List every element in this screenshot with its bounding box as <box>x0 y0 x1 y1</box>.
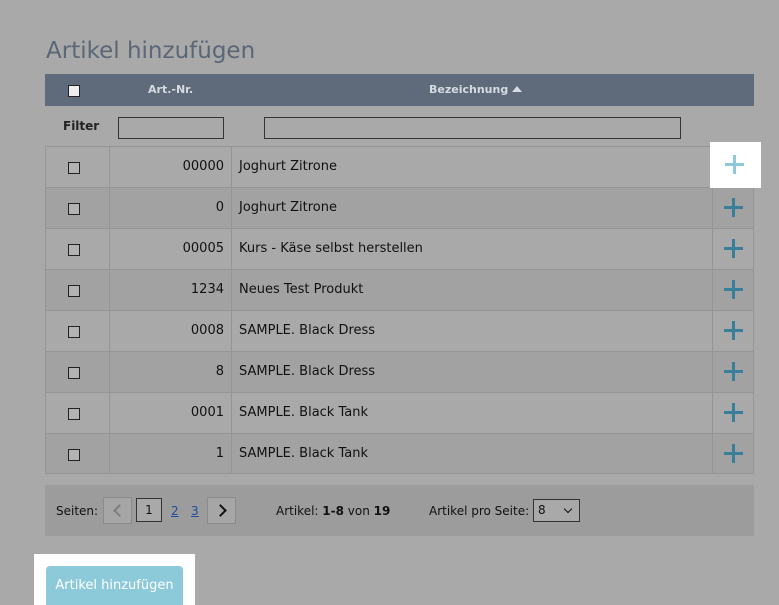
row-checkbox[interactable] <box>68 162 80 174</box>
per-page-label: Artikel pro Seite: <box>429 504 530 518</box>
table-row: 0 Joghurt Zitrone <box>45 187 754 228</box>
row-name: SAMPLE. Black Dress <box>232 311 713 351</box>
pages-label: Seiten: <box>56 504 99 518</box>
filter-row: Filter <box>45 106 754 146</box>
row-name: SAMPLE. Black Dress <box>232 352 713 392</box>
page-link-2[interactable]: 2 <box>171 504 179 518</box>
row-name: Neues Test Produkt <box>232 270 713 310</box>
table-row: 1234 Neues Test Produkt <box>45 269 754 310</box>
add-plus-icon <box>725 155 744 174</box>
pagination-bar: Seiten: 1 2 3 Artikel: 1-8 von 19 Artike… <box>45 485 754 536</box>
add-plus-icon[interactable] <box>724 239 743 258</box>
table-row: 1 SAMPLE. Black Tank <box>45 433 754 474</box>
row-name: Kurs - Käse selbst herstellen <box>232 229 713 269</box>
row-checkbox[interactable] <box>68 203 80 215</box>
row-artnr: 00005 <box>110 229 232 269</box>
row-checkbox[interactable] <box>68 367 80 379</box>
submit-button-focus: Artikel hinzufügen <box>34 554 195 605</box>
row-name: Joghurt Zitrone <box>232 147 713 187</box>
table-row: 0001 SAMPLE. Black Tank <box>45 392 754 433</box>
row-artnr: 8 <box>110 352 232 392</box>
page-title: Artikel hinzufügen <box>46 38 256 64</box>
row-artnr: 1 <box>110 434 232 473</box>
add-plus-icon[interactable] <box>724 444 743 463</box>
item-count-total: 19 <box>373 504 391 518</box>
row-artnr: 0008 <box>110 311 232 351</box>
add-plus-icon[interactable] <box>724 321 743 340</box>
select-all-checkbox[interactable] <box>68 85 80 97</box>
add-plus-icon[interactable] <box>724 403 743 422</box>
row-checkbox[interactable] <box>68 449 80 461</box>
add-articles-button[interactable]: Artikel hinzufügen <box>46 566 183 605</box>
table-row: 00000 Joghurt Zitrone <box>45 146 754 187</box>
row-checkbox[interactable] <box>68 408 80 420</box>
table-row: 0008 SAMPLE. Black Dress <box>45 310 754 351</box>
add-plus-icon[interactable] <box>724 280 743 299</box>
add-plus-icon[interactable] <box>724 362 743 381</box>
item-count: Artikel: 1-8 von 19 <box>276 504 390 518</box>
table-row: 8 SAMPLE. Black Dress <box>45 351 754 392</box>
table-row: 00005 Kurs - Käse selbst herstellen <box>45 228 754 269</box>
per-page-select[interactable]: 8 <box>533 499 580 522</box>
table-body: 00000 Joghurt Zitrone 0 Joghurt Zitrone 00… <box>45 146 754 474</box>
add-plus-icon[interactable] <box>724 198 743 217</box>
filter-artnr-input[interactable] <box>118 117 224 139</box>
chevron-left-icon[interactable] <box>103 497 132 524</box>
page-link-3[interactable]: 3 <box>191 504 199 518</box>
article-table: Art.-Nr. Bezeichnung Filter 00000 Joghurt… <box>45 74 754 474</box>
column-header-bezeichnung-label: Bezeichnung <box>429 83 509 96</box>
current-page: 1 <box>136 498 162 522</box>
row-artnr: 1234 <box>110 270 232 310</box>
filter-label: Filter <box>63 119 100 133</box>
row-checkbox[interactable] <box>68 244 80 256</box>
row-artnr: 00000 <box>110 147 232 187</box>
filter-bezeichnung-input[interactable] <box>264 117 681 139</box>
item-count-of: von <box>343 504 374 518</box>
table-header: Art.-Nr. Bezeichnung <box>45 74 754 106</box>
item-count-range: 1-8 <box>322 504 344 518</box>
row-name: Joghurt Zitrone <box>232 188 713 228</box>
column-header-bezeichnung[interactable]: Bezeichnung <box>429 83 523 96</box>
row-name: SAMPLE. Black Tank <box>232 393 713 433</box>
chevron-right-icon[interactable] <box>207 497 236 524</box>
row-name: SAMPLE. Black Tank <box>232 434 713 473</box>
row-artnr: 0 <box>110 188 232 228</box>
item-count-prefix: Artikel: <box>276 504 323 518</box>
highlighted-add-button[interactable] <box>710 142 761 188</box>
sort-ascending-icon <box>512 86 523 92</box>
row-artnr: 0001 <box>110 393 232 433</box>
column-header-artnr[interactable]: Art.-Nr. <box>148 83 193 96</box>
row-checkbox[interactable] <box>68 326 80 338</box>
row-checkbox[interactable] <box>68 285 80 297</box>
